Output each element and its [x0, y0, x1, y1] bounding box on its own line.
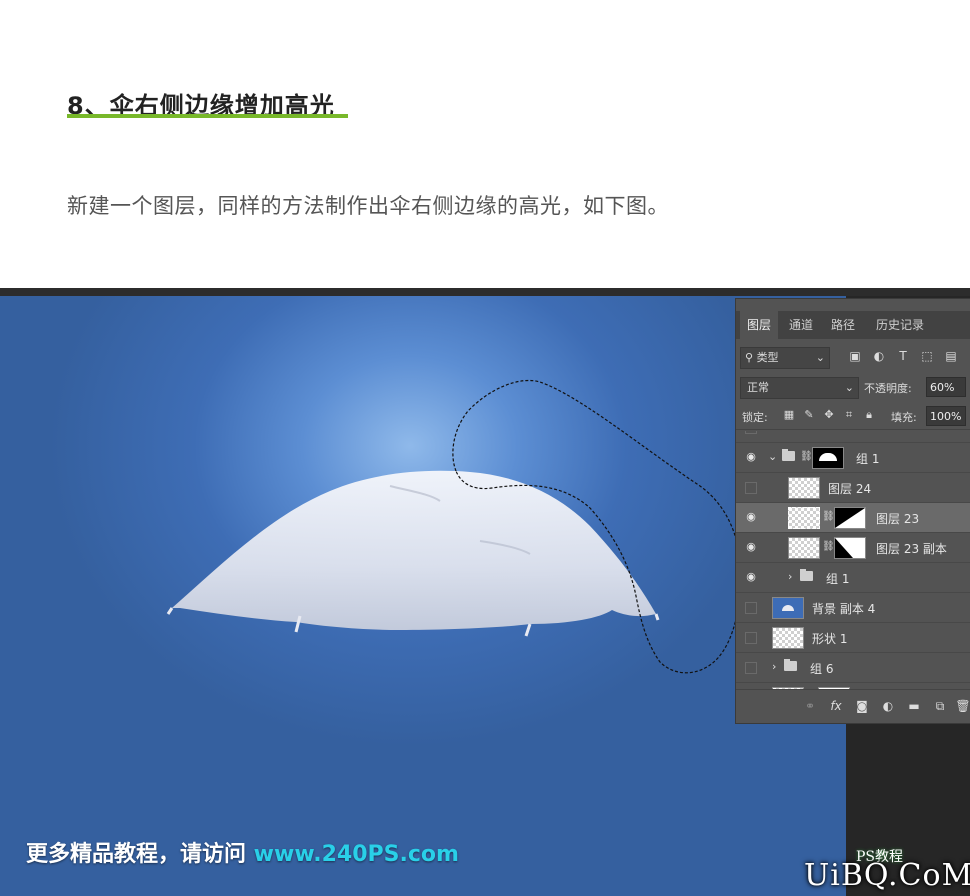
layer-row[interactable]: ◉ ⛓ 图层 23: [736, 503, 970, 533]
chevron-down-icon: ⌄: [844, 381, 854, 394]
photoshop-screenshot: 图层 通道 路径 历史记录 ⚲ 类型 ⌄ ▣ ◐ T ⬚ ▤ 正常 ⌄ 不透明度…: [0, 288, 970, 896]
layer-mask-thumbnail[interactable]: [812, 447, 844, 469]
layer-row-partial[interactable]: [736, 431, 970, 443]
filter-kind-select[interactable]: ⚲ 类型 ⌄: [740, 347, 830, 369]
link-icon: ⛓: [822, 541, 835, 552]
smart-object-filter-icon[interactable]: ▤: [944, 349, 958, 363]
type-filter-icon[interactable]: T: [896, 349, 910, 363]
lock-artboard-icon[interactable]: ⌗: [842, 408, 856, 422]
visibility-toggle[interactable]: [745, 602, 757, 614]
umbrella-canopy: [172, 470, 656, 630]
layer-name[interactable]: 图层 23: [876, 510, 919, 527]
folder-icon: [784, 659, 797, 671]
folder-icon: [782, 449, 795, 461]
layer-row[interactable]: ◉ ⛓ 图层 23 副本: [736, 533, 970, 563]
layer-name[interactable]: 图层 23 副本: [876, 540, 947, 557]
folder-icon: [800, 569, 813, 581]
layer-name[interactable]: 形状 1: [812, 630, 847, 647]
document-canvas[interactable]: [0, 296, 846, 896]
layer-row[interactable]: 形状 1: [736, 623, 970, 653]
adjustment-filter-icon[interactable]: ◐: [872, 349, 886, 363]
eye-icon[interactable]: ◉: [744, 571, 758, 583]
layers-list: ◉ ⌄ ⛓ 组 1 图层 24 ◉ ⛓ 图层 23 ◉ ⛓ 图层 23 副本 ◉…: [736, 431, 970, 689]
shape-thumbnail: [772, 627, 804, 649]
chevron-right-icon[interactable]: ›: [788, 570, 792, 583]
article-header: 8、伞右侧边缘增加高光 新建一个图层，同样的方法制作出伞右侧边缘的高光，如下图。: [0, 0, 970, 288]
panel-footer: ⚭ fx ◙ ◐ ▬ ⧉ 🗑︎: [736, 689, 970, 723]
panel-tabs: 图层 通道 路径 历史记录: [736, 311, 970, 339]
new-group-icon[interactable]: ▬: [906, 698, 922, 714]
watermark-prefix: 更多精品教程，请访问: [26, 842, 254, 867]
layer-mask-thumbnail[interactable]: [834, 537, 866, 559]
watermark: 更多精品教程，请访问 www.240PS.com: [26, 836, 459, 868]
visibility-toggle[interactable]: [745, 632, 757, 644]
visibility-toggle[interactable]: [745, 662, 757, 674]
fill-input[interactable]: 100%: [926, 406, 966, 426]
fill-label: 填充:: [891, 411, 917, 424]
add-mask-icon[interactable]: ◙: [854, 698, 870, 714]
site-logo: UiBQ.CoM: [804, 858, 970, 893]
lock-row: 锁定: ▦ ✎ ✥ ⌗ 🔒︎ 填充: 100%: [736, 406, 970, 430]
layer-name[interactable]: 组 1: [856, 450, 879, 467]
lock-position-icon[interactable]: ✥: [822, 408, 836, 422]
adjustment-layer-icon[interactable]: ◐: [880, 698, 896, 714]
watermark-url[interactable]: www.240PS.com: [254, 842, 459, 867]
layer-row[interactable]: 图层 24: [736, 473, 970, 503]
layer-name[interactable]: 背景 副本 4: [812, 600, 875, 617]
layer-thumbnail: [772, 597, 804, 619]
eye-icon[interactable]: ◉: [744, 541, 758, 553]
tab-history[interactable]: 历史记录: [868, 311, 932, 339]
link-layers-icon[interactable]: ⚭: [802, 698, 818, 714]
eye-icon[interactable]: ◉: [744, 451, 758, 463]
filter-kind-label: 类型: [756, 351, 779, 364]
blend-mode-select[interactable]: 正常 ⌄: [740, 377, 859, 399]
search-icon: ⚲: [745, 351, 754, 364]
tab-layers[interactable]: 图层: [740, 311, 778, 339]
visibility-toggle[interactable]: [745, 482, 757, 494]
layers-panel: 图层 通道 路径 历史记录 ⚲ 类型 ⌄ ▣ ◐ T ⬚ ▤ 正常 ⌄ 不透明度…: [735, 298, 970, 724]
fx-icon[interactable]: fx: [828, 698, 844, 714]
shape-filter-icon[interactable]: ⬚: [920, 349, 934, 363]
new-layer-icon[interactable]: ⧉: [932, 698, 948, 714]
chevron-down-icon[interactable]: ⌄: [768, 450, 777, 463]
layer-thumbnail: [788, 507, 820, 529]
layer-row[interactable]: › 组 6: [736, 653, 970, 683]
lock-label: 锁定:: [742, 411, 768, 424]
layer-name[interactable]: 图层 24: [828, 480, 871, 497]
filter-row: ⚲ 类型 ⌄ ▣ ◐ T ⬚ ▤: [736, 347, 970, 371]
blend-mode-value: 正常: [747, 381, 769, 394]
tab-paths[interactable]: 路径: [824, 311, 862, 339]
step-description: 新建一个图层，同样的方法制作出伞右侧边缘的高光，如下图。: [67, 194, 669, 218]
image-filter-icon[interactable]: ▣: [848, 349, 862, 363]
layer-thumbnail: [788, 537, 820, 559]
chevron-down-icon: ⌄: [815, 351, 825, 364]
link-icon: ⛓: [800, 451, 813, 462]
opacity-input[interactable]: 60%: [926, 377, 966, 397]
lock-transparent-icon[interactable]: ▦: [782, 408, 796, 422]
layer-row[interactable]: 背景 副本 4: [736, 593, 970, 623]
eye-icon[interactable]: ◉: [744, 511, 758, 523]
opacity-label: 不透明度:: [864, 382, 912, 395]
lock-image-icon[interactable]: ✎: [802, 408, 816, 422]
lock-all-icon[interactable]: 🔒︎: [862, 408, 876, 422]
layer-row[interactable]: ◉ ⌄ ⛓ 组 1: [736, 443, 970, 473]
chevron-right-icon[interactable]: ›: [772, 660, 776, 673]
layer-row[interactable]: ◉ › 组 1: [736, 563, 970, 593]
trash-icon[interactable]: 🗑︎: [955, 698, 970, 714]
layer-mask-thumbnail[interactable]: [834, 507, 866, 529]
visibility-toggle[interactable]: [745, 431, 757, 434]
layer-thumbnail: [788, 477, 820, 499]
layer-name[interactable]: 组 6: [810, 660, 833, 677]
umbrella-artwork: [166, 379, 742, 674]
layer-name[interactable]: 组 1: [826, 570, 849, 587]
title-underline: [67, 114, 348, 118]
tab-channels[interactable]: 通道: [782, 311, 820, 339]
blend-row: 正常 ⌄ 不透明度: 60%: [736, 377, 970, 401]
link-icon: ⛓: [822, 511, 835, 522]
